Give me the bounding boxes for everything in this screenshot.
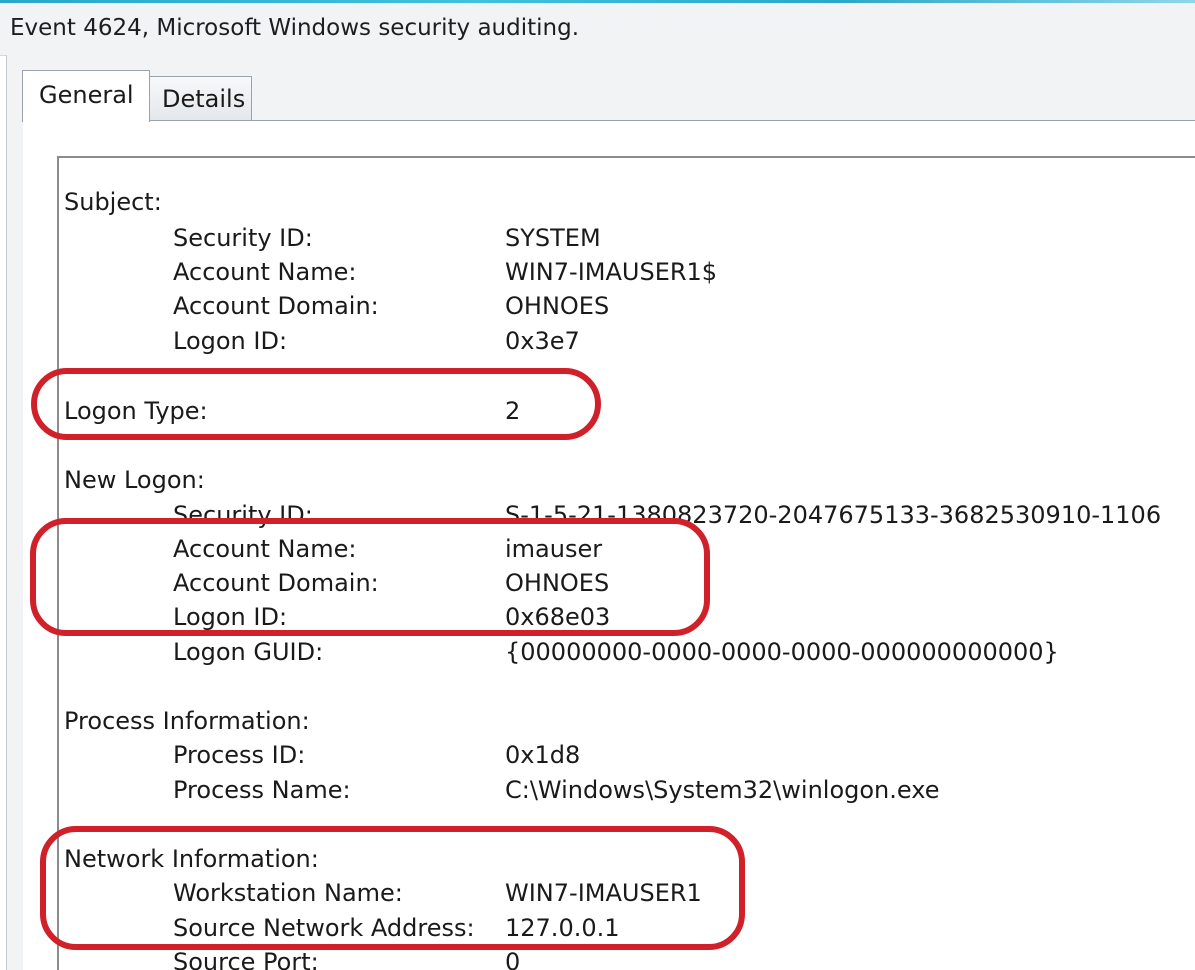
subject-header: Subject: bbox=[64, 188, 162, 216]
source-port-label: Source Port: bbox=[173, 948, 319, 970]
subject-account-domain-label: Account Domain: bbox=[173, 292, 379, 320]
subject-security-id-value: SYSTEM bbox=[505, 224, 601, 252]
subject-account-name-label: Account Name: bbox=[173, 258, 357, 286]
subject-logon-id-value: 0x3e7 bbox=[505, 327, 580, 355]
process-name-label: Process Name: bbox=[173, 776, 351, 804]
tab-general[interactable]: General bbox=[22, 70, 150, 122]
logon-type-value: 2 bbox=[505, 397, 521, 425]
event-description-textbox[interactable]: Subject: Security ID: SYSTEM Account Nam… bbox=[57, 156, 1195, 970]
source-port-value: 0 bbox=[505, 948, 521, 970]
new-logon-logon-id-label: Logon ID: bbox=[173, 603, 288, 631]
network-info-header: Network Information: bbox=[64, 845, 319, 873]
process-name-value: C:\Windows\System32\winlogon.exe bbox=[505, 776, 940, 804]
new-logon-header: New Logon: bbox=[64, 466, 205, 494]
source-address-value: 127.0.0.1 bbox=[505, 914, 620, 942]
tab-details[interactable]: Details bbox=[150, 76, 252, 120]
process-id-label: Process ID: bbox=[173, 741, 306, 769]
subject-logon-id-label: Logon ID: bbox=[173, 327, 288, 355]
new-logon-account-name-value: imauser bbox=[505, 535, 603, 563]
new-logon-guid-label: Logon GUID: bbox=[173, 638, 324, 666]
workstation-name-value: WIN7-IMAUSER1 bbox=[505, 879, 702, 907]
new-logon-account-name-label: Account Name: bbox=[173, 535, 357, 563]
event-header: Event 4624, Microsoft Windows security a… bbox=[0, 3, 1195, 56]
logon-type-label: Logon Type: bbox=[64, 397, 208, 425]
process-id-value: 0x1d8 bbox=[505, 741, 581, 769]
new-logon-security-id-value: S-1-5-21-1380823720-2047675133-368253091… bbox=[505, 501, 1162, 529]
new-logon-logon-id-value: 0x68e03 bbox=[505, 603, 611, 631]
new-logon-account-domain-value: OHNOES bbox=[505, 569, 610, 597]
subject-account-name-value: WIN7-IMAUSER1$ bbox=[505, 258, 718, 286]
subject-account-domain-value: OHNOES bbox=[505, 292, 610, 320]
new-logon-account-domain-label: Account Domain: bbox=[173, 569, 379, 597]
subject-security-id-label: Security ID: bbox=[173, 224, 313, 252]
new-logon-guid-value: {00000000-0000-0000-0000-000000000000} bbox=[505, 638, 1059, 666]
workstation-name-label: Workstation Name: bbox=[173, 879, 403, 907]
process-info-header: Process Information: bbox=[64, 707, 310, 735]
new-logon-security-id-label: Security ID: bbox=[173, 501, 313, 529]
event-title: Event 4624, Microsoft Windows security a… bbox=[10, 15, 580, 41]
source-address-label: Source Network Address: bbox=[173, 914, 475, 942]
